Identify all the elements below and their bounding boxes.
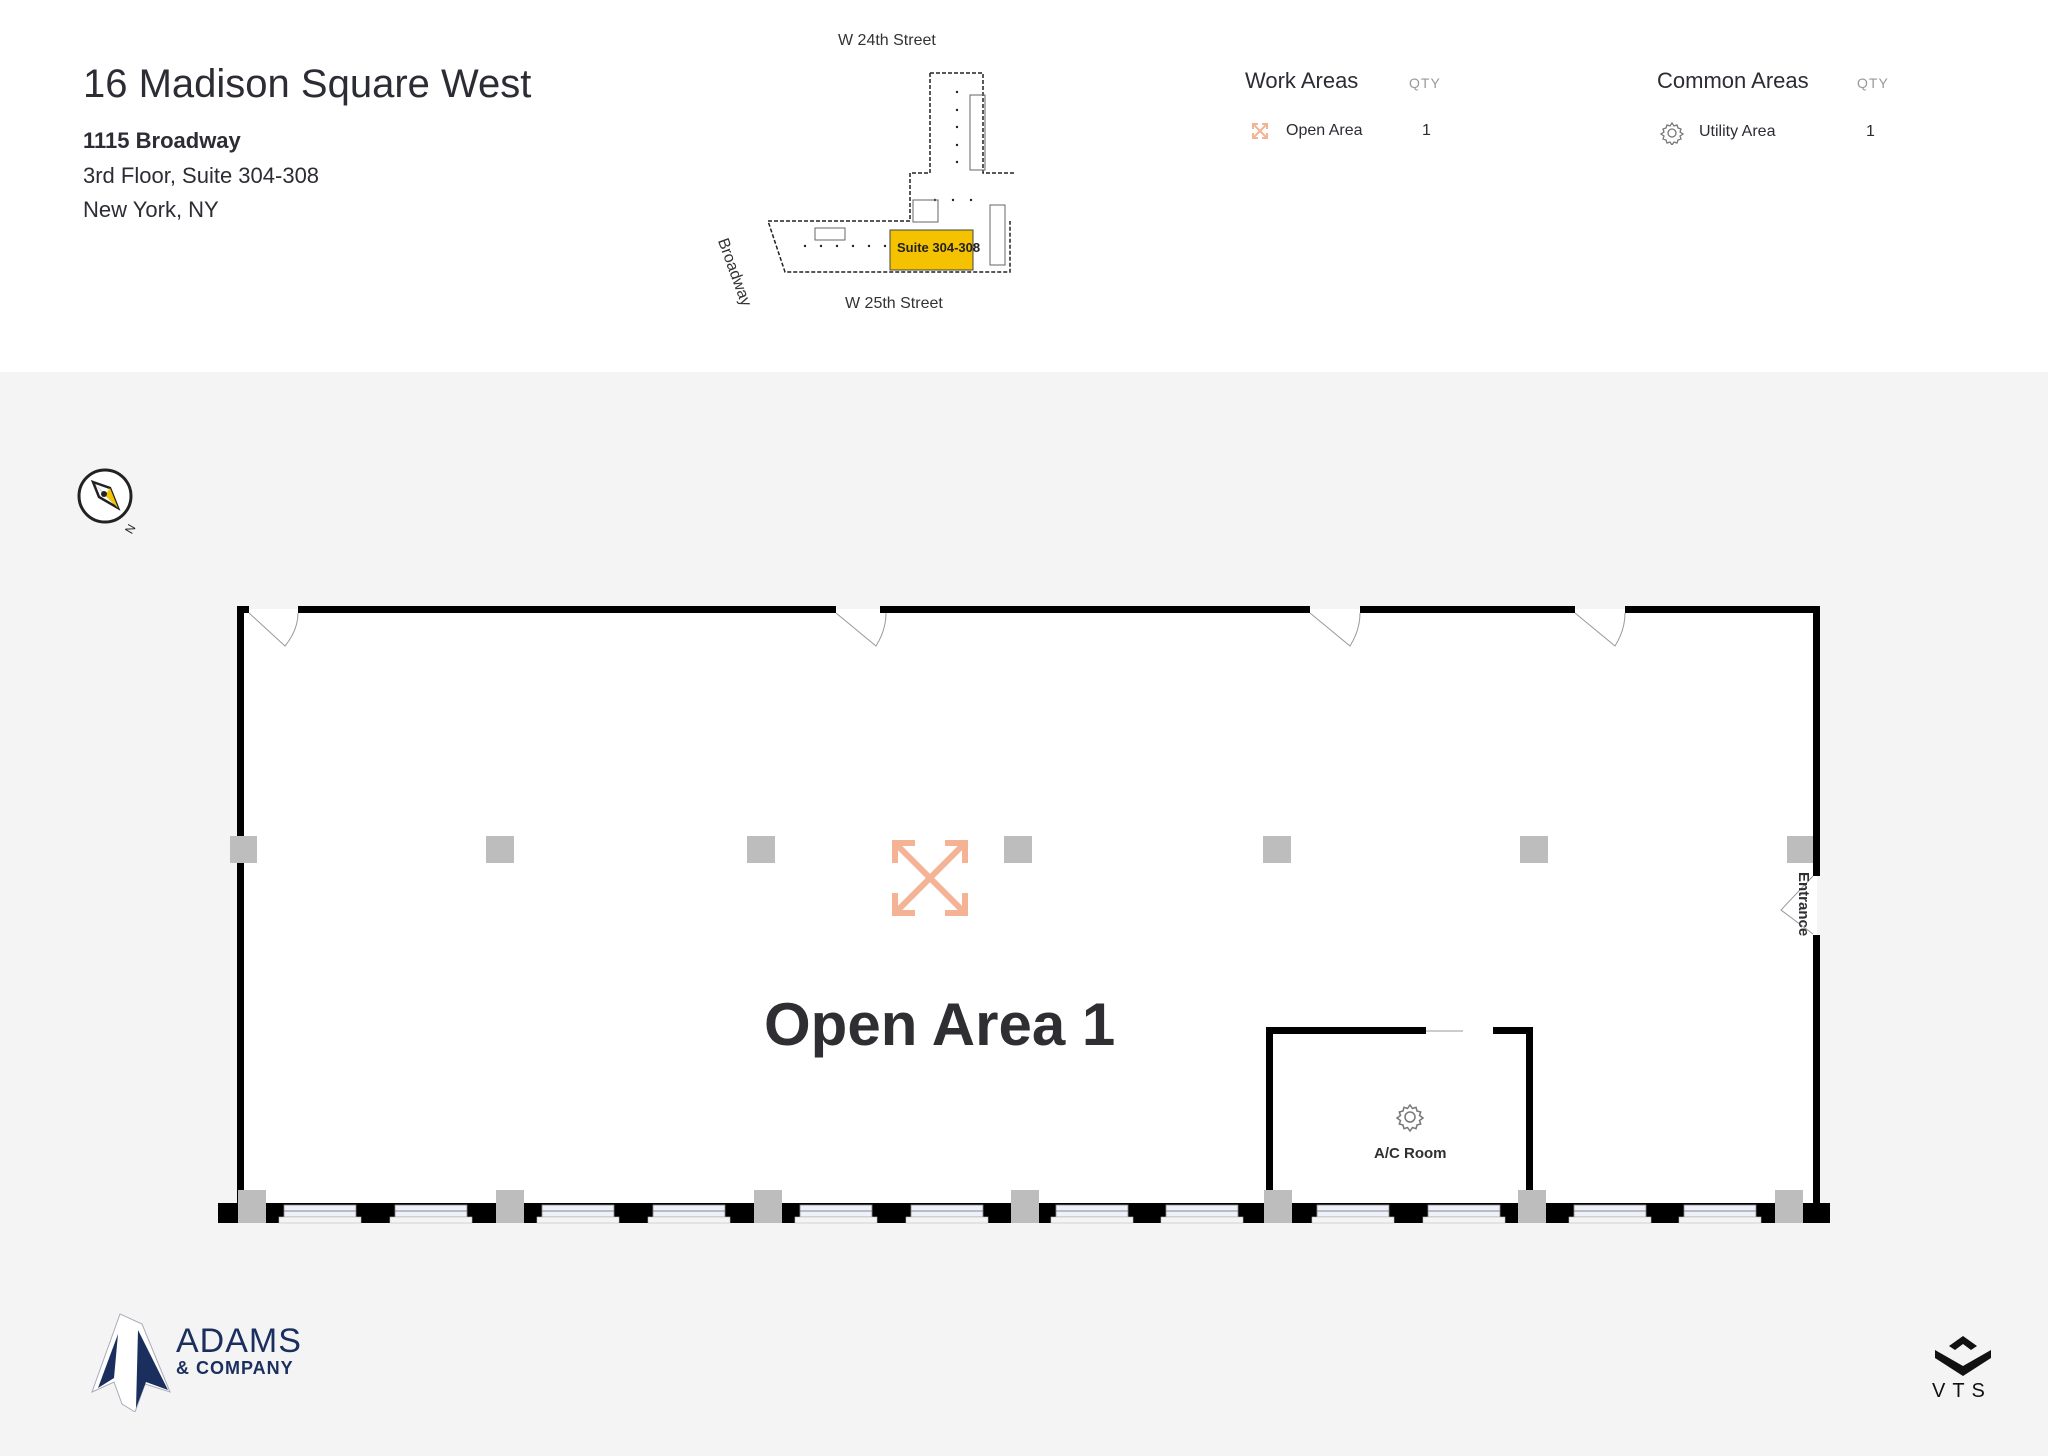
window-sill	[905, 1216, 989, 1224]
window-sill	[647, 1216, 731, 1224]
open-area-label: Open Area 1	[764, 991, 1116, 1058]
window-sill	[1422, 1216, 1506, 1224]
window-sill	[536, 1216, 620, 1224]
vts-logo-text: VTS	[1932, 1380, 1992, 1402]
window-sill	[278, 1216, 362, 1224]
adams-logo-mark	[91, 1313, 171, 1412]
adams-logo-text: ADAMS	[176, 1322, 302, 1360]
window-sill	[1678, 1216, 1762, 1224]
window-sill	[1050, 1216, 1134, 1224]
window-sill	[389, 1216, 473, 1224]
window-sill	[1568, 1216, 1652, 1224]
window-sill	[1311, 1216, 1395, 1224]
adams-logo-subtext: & COMPANY	[176, 1358, 294, 1378]
ac-room-label: A/C Room	[1374, 1145, 1447, 1162]
entrance-label: Entrance	[1795, 872, 1812, 937]
vts-logo-mark	[1935, 1336, 1991, 1376]
open-area-floor	[240, 609, 1817, 1219]
window-sill	[1160, 1216, 1244, 1224]
window-sill	[794, 1216, 878, 1224]
floorplan	[218, 606, 1830, 1224]
